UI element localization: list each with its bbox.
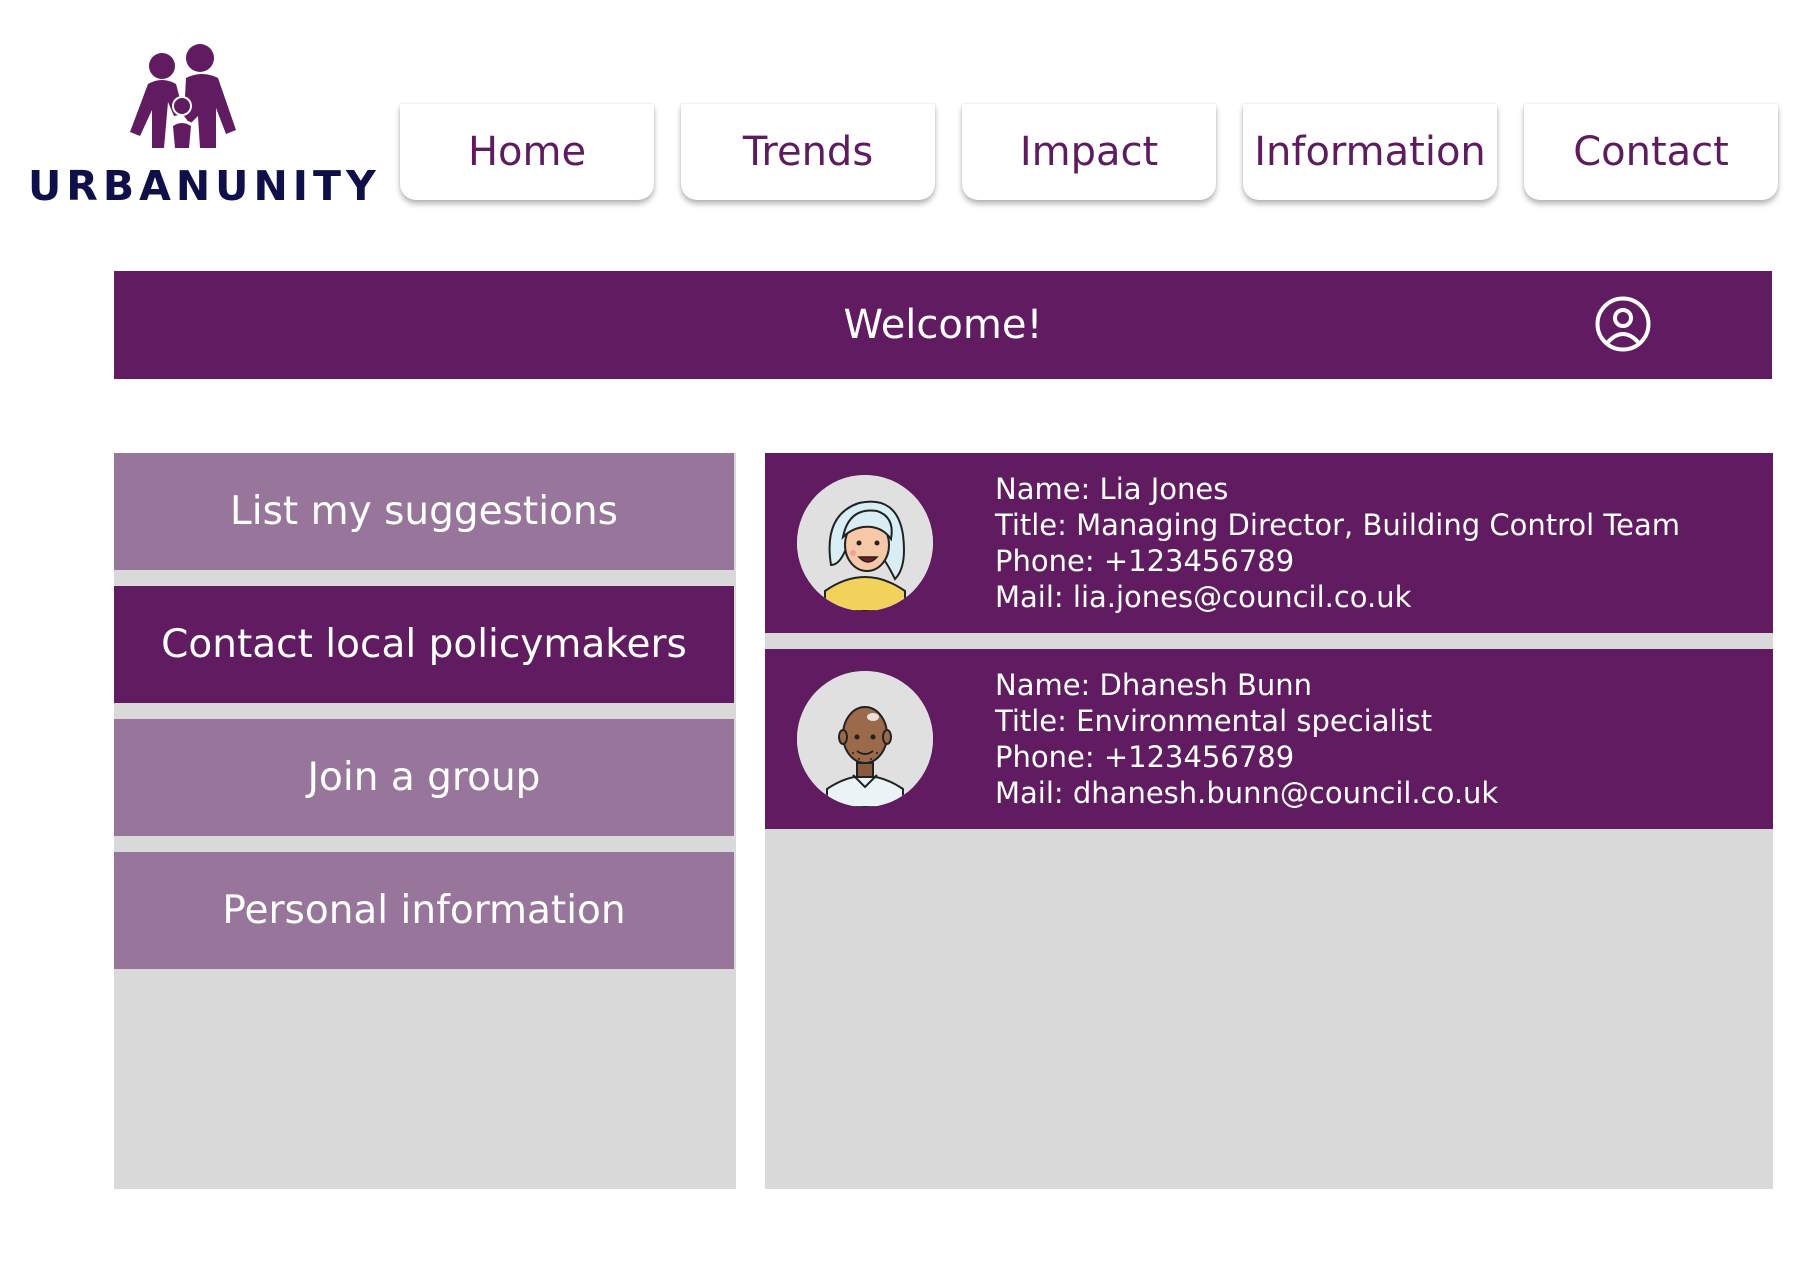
family-icon — [130, 44, 236, 148]
nav-tab-home[interactable]: Home — [400, 104, 654, 200]
menu-item-join-group[interactable]: Join a group — [114, 719, 734, 836]
welcome-title: Welcome! — [843, 302, 1043, 348]
nav-tab-information[interactable]: Information — [1243, 104, 1497, 200]
nav-tab-contact[interactable]: Contact — [1524, 104, 1778, 200]
logo-text: URBANUNITY — [28, 162, 381, 210]
contact-info: Name: Dhanesh Bunn Title: Environmental … — [995, 667, 1498, 811]
avatar — [797, 671, 933, 807]
man-avatar-icon — [797, 671, 933, 807]
avatar — [797, 475, 933, 611]
menu-item-list-suggestions[interactable]: List my suggestions — [114, 453, 734, 570]
nav-tab-impact[interactable]: Impact — [962, 104, 1216, 200]
nav-tab-trends[interactable]: Trends — [681, 104, 935, 200]
contact-mail[interactable]: Mail: dhanesh.bunn@council.co.uk — [995, 775, 1498, 811]
menu-item-personal-information[interactable]: Personal information — [114, 852, 734, 969]
side-menu: List my suggestions Contact local policy… — [114, 453, 736, 1189]
contact-title: Title: Environmental specialist — [995, 704, 1433, 738]
contacts-panel: Name: Lia Jones Title: Managing Director… — [765, 453, 1773, 1189]
contact-phone[interactable]: Phone: +123456789 — [995, 543, 1680, 579]
contact-name: Name: Dhanesh Bunn — [995, 668, 1312, 702]
contact-info: Name: Lia Jones Title: Managing Director… — [995, 471, 1680, 615]
user-circle-icon[interactable] — [1594, 295, 1652, 353]
contact-card[interactable]: Name: Lia Jones Title: Managing Director… — [765, 453, 1773, 633]
contact-phone[interactable]: Phone: +123456789 — [995, 739, 1498, 775]
logo[interactable]: URBANUNITY — [26, 44, 376, 214]
contact-card[interactable]: Name: Dhanesh Bunn Title: Environmental … — [765, 649, 1773, 829]
woman-avatar-icon — [797, 475, 933, 611]
contact-title: Title: Managing Director, Building Contr… — [995, 508, 1681, 542]
welcome-bar: Welcome! — [114, 271, 1772, 379]
menu-item-contact-policymakers[interactable]: Contact local policymakers — [114, 586, 734, 703]
contact-name: Name: Lia Jones — [995, 472, 1229, 506]
contact-mail[interactable]: Mail: lia.jones@council.co.uk — [995, 579, 1680, 615]
